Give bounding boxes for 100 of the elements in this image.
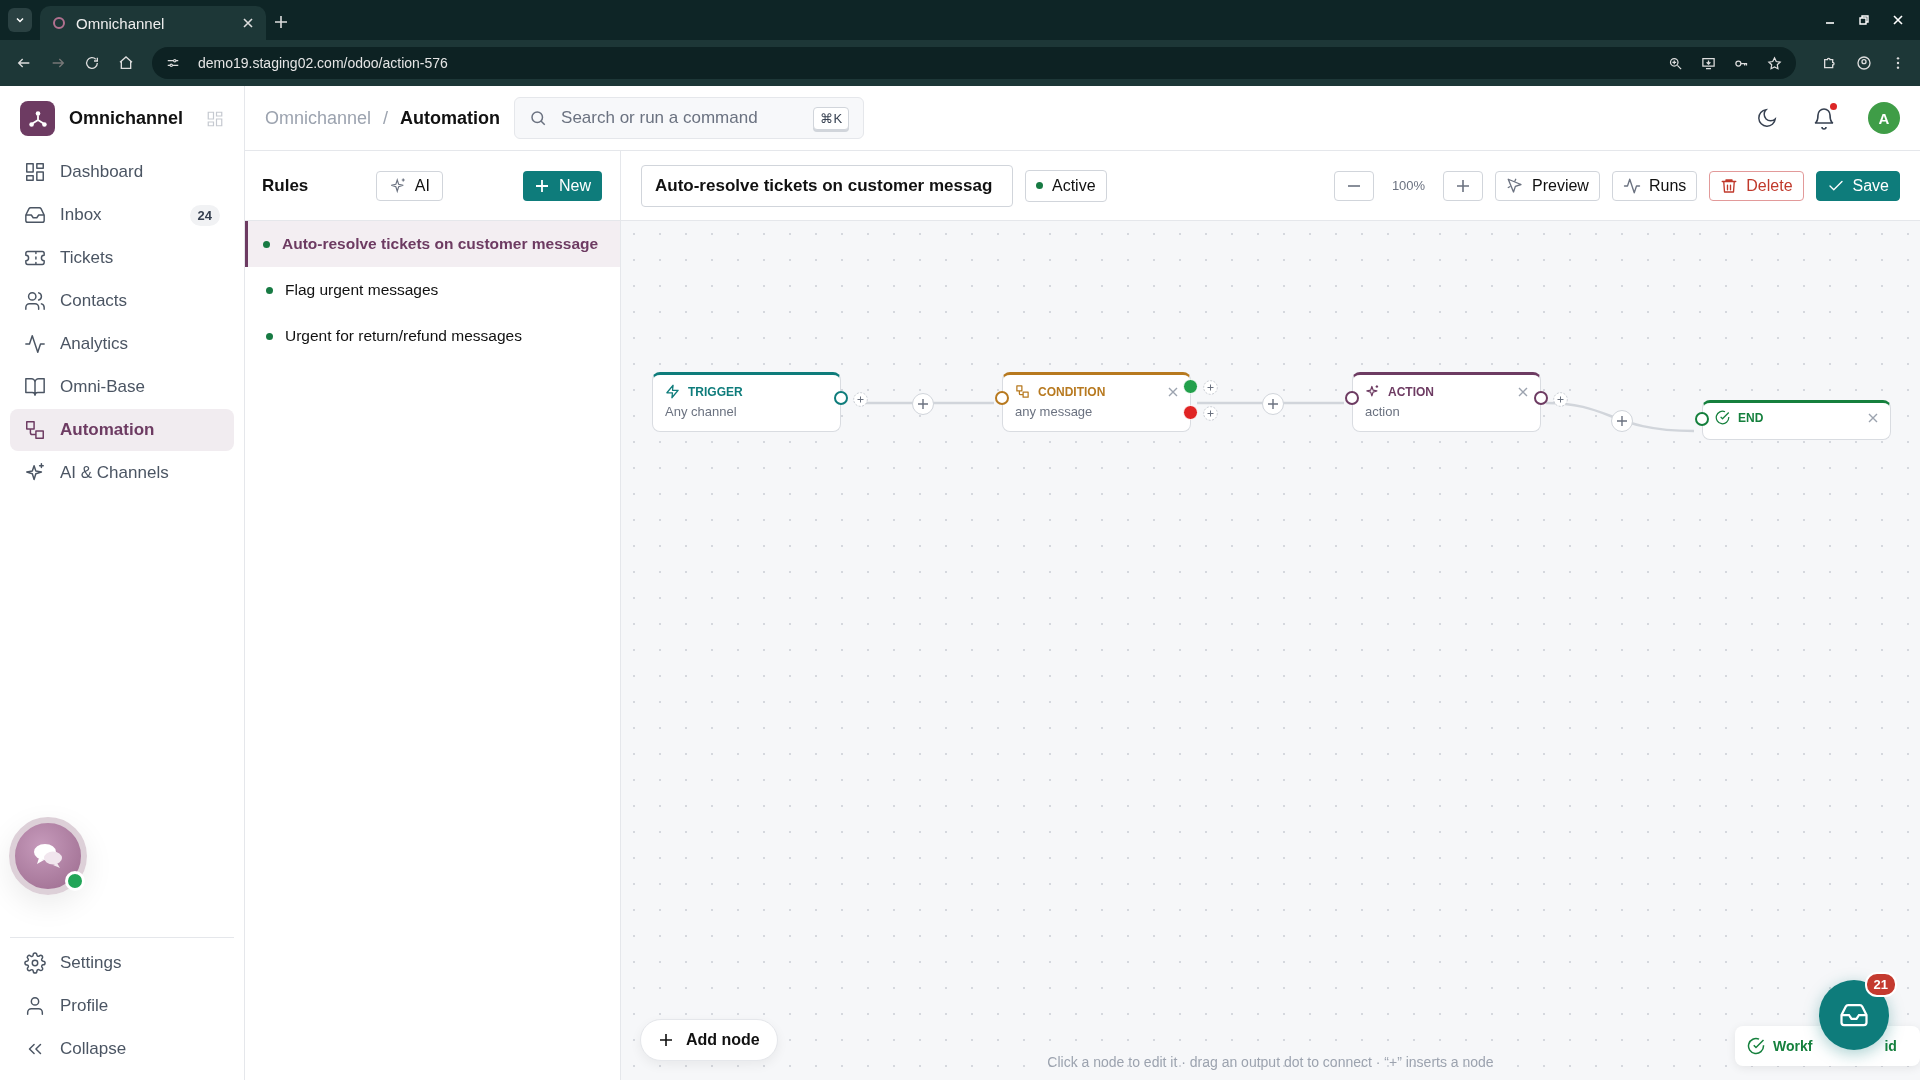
add-output-icon[interactable] (1203, 380, 1218, 395)
breadcrumb-separator: / (383, 107, 389, 129)
nav-item[interactable]: Profile (10, 985, 234, 1027)
bell-icon[interactable] (1812, 106, 1836, 130)
input-port[interactable] (1345, 391, 1359, 405)
people-icon (24, 290, 46, 312)
nav-item[interactable]: Automation (10, 409, 234, 451)
nav-item[interactable]: Collapse (10, 1028, 234, 1070)
site-settings-icon[interactable] (166, 56, 180, 70)
book-icon (24, 376, 46, 398)
person-icon (24, 995, 46, 1017)
chat-bubbles-icon (31, 841, 65, 871)
output-port[interactable] (834, 391, 848, 405)
nav-item[interactable]: Analytics (10, 323, 234, 365)
zoom-icon[interactable] (1668, 55, 1683, 71)
flow-node[interactable]: ACTION action (1352, 372, 1541, 432)
trash-icon (1720, 176, 1739, 195)
cursor-sparkle-icon (1506, 176, 1524, 195)
star-icon[interactable] (1767, 55, 1782, 71)
app-name: Omnichannel (69, 108, 184, 129)
nav-item[interactable]: Dashboard (10, 151, 234, 193)
node-subtitle: action (1365, 404, 1401, 419)
zoom-level: 100% (1390, 178, 1427, 193)
restore-icon[interactable] (1858, 14, 1870, 26)
flow-icon (1015, 384, 1030, 399)
toast-text: Workf (1773, 1038, 1813, 1054)
ai-button[interactable]: AI (375, 170, 443, 201)
add-output-icon[interactable] (1203, 406, 1218, 421)
toast-text: id (1884, 1038, 1897, 1054)
rule-item[interactable]: Auto-resolve tickets on customer message (245, 221, 620, 267)
plus-icon (1616, 415, 1628, 427)
node-type: END (1738, 410, 1765, 425)
reload-icon[interactable] (84, 55, 100, 71)
add-node-button[interactable]: Add node (640, 1019, 778, 1061)
app-logo (20, 101, 55, 136)
browser-tab[interactable]: Omnichannel (40, 6, 266, 40)
nav-item[interactable]: Tickets (10, 237, 234, 279)
input-port[interactable] (995, 391, 1009, 405)
nav-item[interactable]: AI & Channels (10, 452, 234, 494)
search-icon (529, 109, 548, 127)
insert-node-button[interactable] (912, 393, 934, 415)
plus-icon (1267, 398, 1279, 410)
sparkle-icon (1365, 384, 1380, 399)
node-type: ACTION (1388, 384, 1435, 399)
panel-title: Rules (262, 175, 310, 196)
flow-node[interactable]: END (1702, 400, 1891, 440)
shortcut-key: ⌘K (813, 106, 850, 130)
install-icon[interactable] (1701, 55, 1716, 71)
save-button[interactable]: Save (1815, 170, 1900, 201)
page-title: Automation (400, 107, 501, 129)
add-output-icon[interactable] (853, 392, 868, 407)
count-badge: 24 (189, 204, 220, 226)
rule-name: Urgent for return/refund messages (285, 327, 522, 345)
input-port[interactable] (1695, 412, 1709, 426)
search-input[interactable]: Search or run a command (559, 107, 802, 129)
sparkle-icon (388, 176, 407, 195)
plus-icon (534, 177, 550, 194)
nav-item[interactable]: Settings (10, 942, 234, 984)
node-subtitle: any message (1015, 404, 1094, 419)
status-dot (1036, 182, 1043, 189)
insert-node-button[interactable] (1262, 393, 1284, 415)
plus-icon (1455, 177, 1471, 194)
runs-button[interactable]: Runs (1611, 170, 1698, 201)
nav-item[interactable]: Contacts (10, 280, 234, 322)
status-badge[interactable]: Active (1025, 169, 1107, 202)
status-label: Active (1052, 176, 1096, 195)
grid-icon (24, 161, 46, 183)
nav-item[interactable]: Omni-Base (10, 366, 234, 408)
flow-node[interactable]: CONDITION any message (1002, 372, 1191, 432)
search-field[interactable]: Search or run a command ⌘K (514, 97, 865, 139)
zoom-in-button[interactable] (1443, 170, 1483, 201)
plus-icon (658, 1032, 674, 1048)
preview-button[interactable]: Preview (1495, 170, 1600, 201)
rule-name: Flag urgent messages (285, 281, 439, 299)
tab-list-button[interactable] (8, 8, 32, 32)
inbox-tray-icon (24, 204, 46, 226)
plus-icon (917, 398, 929, 410)
home-icon[interactable] (118, 55, 134, 71)
puzzle-icon[interactable] (1822, 55, 1838, 71)
node-type: CONDITION (1038, 384, 1107, 399)
account-icon[interactable] (1856, 55, 1872, 71)
insert-node-button[interactable] (1611, 410, 1633, 432)
add-output-icon[interactable] (1553, 392, 1568, 407)
url-text: demo19.staging02.com/odoo/action-576 (198, 55, 448, 71)
help-text: Click a node to edit it · drag an output dot to connect · “+” inserts a node (1046, 1054, 1495, 1070)
rule-name: Auto-resolve tickets on customer message (282, 235, 599, 253)
nav-item[interactable]: Inbox 24 (10, 194, 234, 236)
rule-item[interactable]: Urgent for return/refund messages (245, 313, 620, 359)
flow-node[interactable]: TRIGGER Any channel (652, 372, 841, 432)
pulse-icon (24, 333, 46, 355)
rule-name-field[interactable]: Auto-resolve tickets on customer messag (641, 164, 1013, 207)
new-button[interactable]: New (523, 170, 602, 201)
delete-button[interactable]: Delete (1709, 170, 1804, 201)
rule-item[interactable]: Flag urgent messages (245, 267, 620, 313)
new-tab-icon[interactable] (274, 15, 288, 29)
minus-icon (1347, 184, 1361, 187)
output-port[interactable] (1534, 391, 1548, 405)
address-bar[interactable]: demo19.staging02.com/odoo/action-576 (152, 47, 1796, 79)
node-subtitle: Any channel (665, 404, 738, 419)
moon-icon[interactable] (1756, 107, 1778, 129)
